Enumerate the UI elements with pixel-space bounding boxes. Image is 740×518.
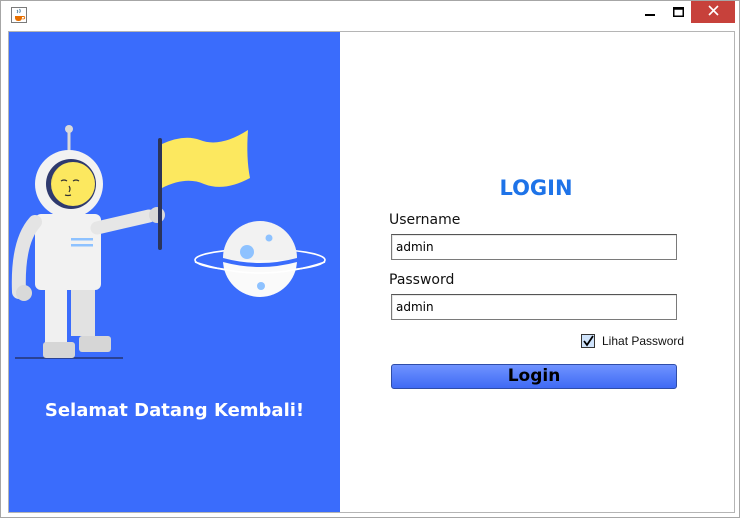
maximize-button[interactable] (665, 1, 691, 25)
minimize-icon (645, 4, 655, 22)
password-input[interactable] (391, 294, 677, 320)
login-title: LOGIN (499, 176, 573, 200)
app-window: Selamat Datang Kembali! LOGIN Username P… (0, 0, 740, 518)
login-button[interactable]: Login (391, 364, 677, 389)
show-password-label: Lihat Password (602, 334, 685, 348)
title-bar[interactable] (1, 1, 739, 29)
welcome-message: Selamat Datang Kembali! (44, 400, 305, 421)
close-icon (707, 3, 719, 21)
show-password-toggle[interactable]: Lihat Password (581, 333, 684, 349)
show-password-checkbox[interactable] (581, 334, 595, 348)
password-label: Password (389, 272, 455, 288)
close-button[interactable] (691, 1, 735, 23)
login-panel: LOGIN Username Password Lihat Password L… (340, 32, 734, 512)
minimize-button[interactable] (635, 1, 665, 25)
welcome-panel: Selamat Datang Kembali! (9, 32, 340, 512)
username-label: Username (389, 212, 461, 228)
check-icon (583, 335, 594, 347)
content-area: Selamat Datang Kembali! LOGIN Username P… (8, 31, 735, 513)
java-coffee-icon (11, 7, 27, 23)
astronaut-illustration (11, 125, 326, 359)
maximize-icon (672, 4, 684, 22)
username-input[interactable] (391, 234, 677, 260)
